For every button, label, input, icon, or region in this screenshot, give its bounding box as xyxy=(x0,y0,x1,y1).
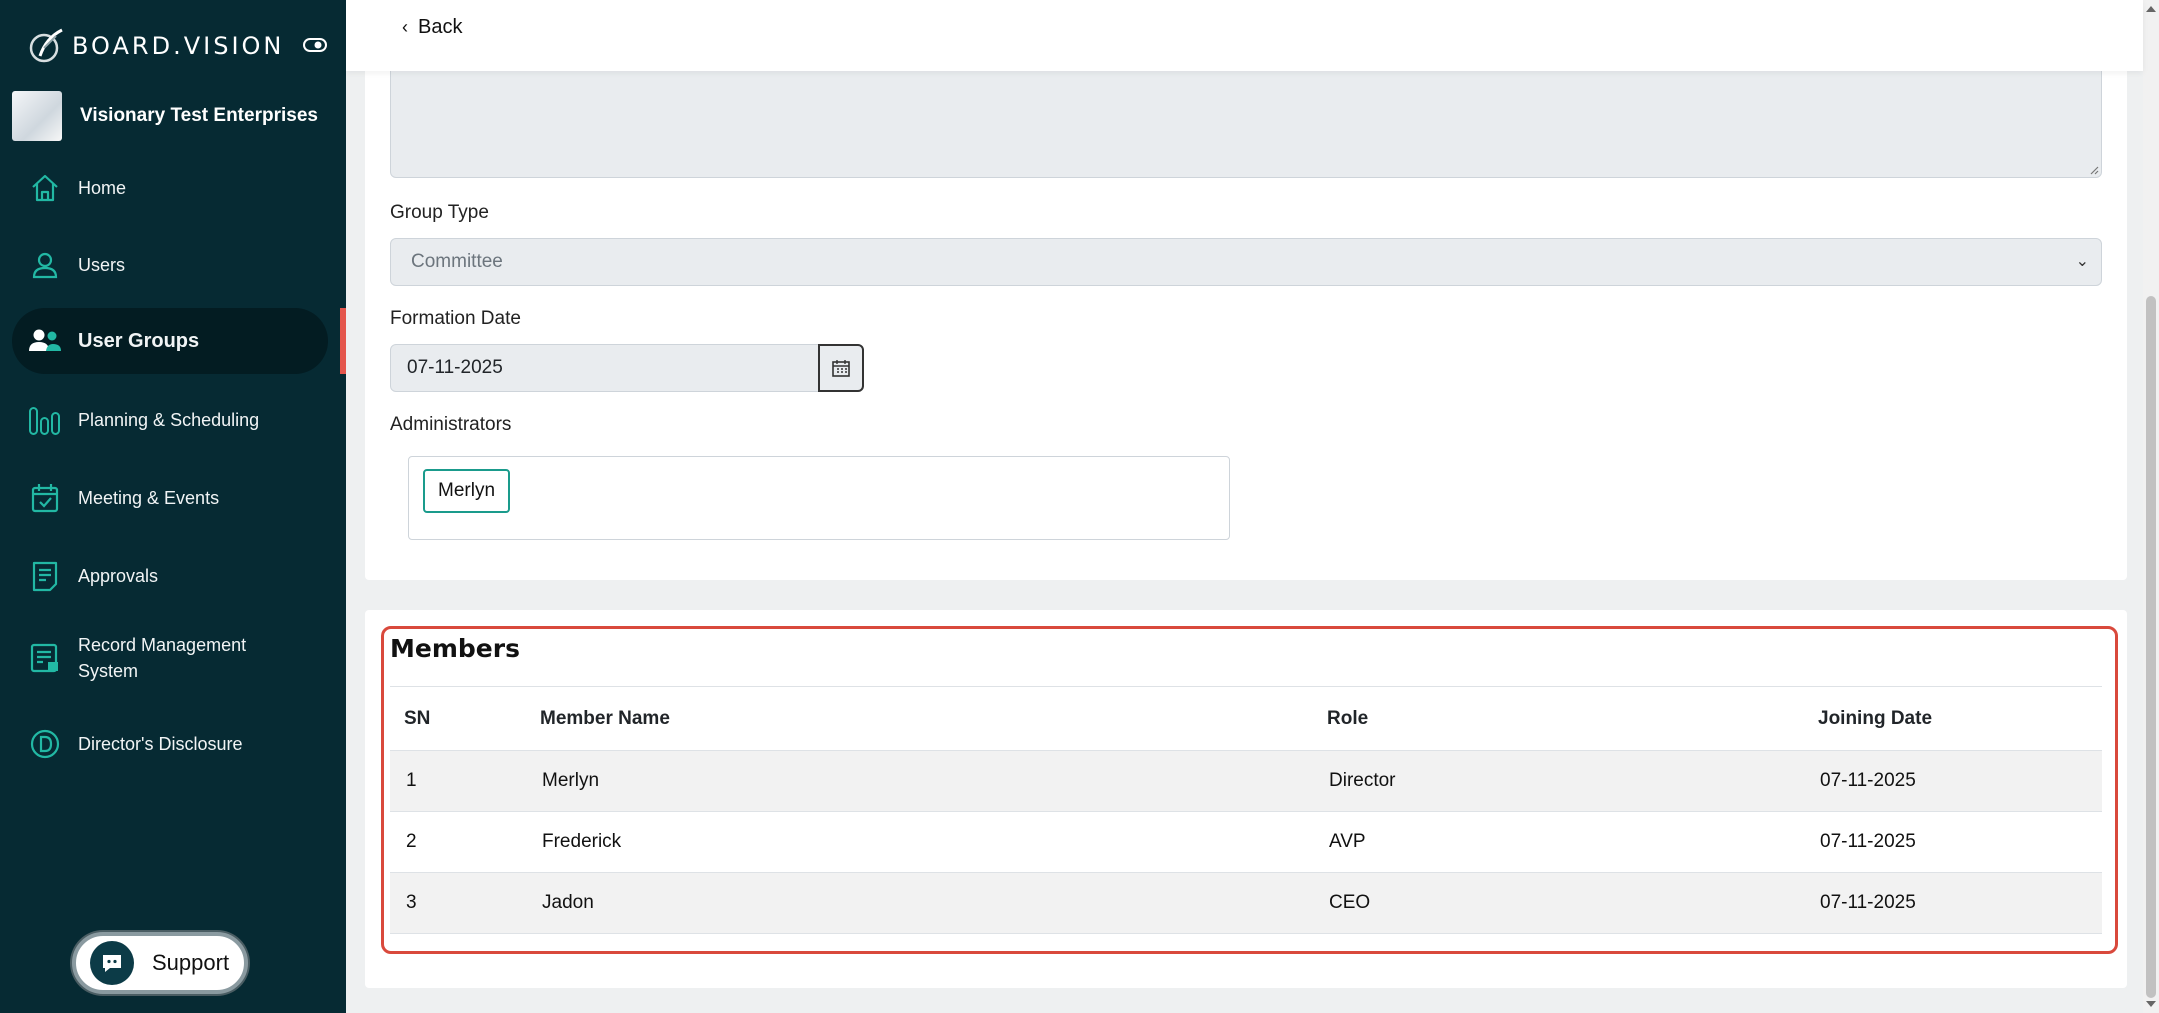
record-icon xyxy=(28,641,62,675)
column-header-member-name[interactable]: Member Name xyxy=(526,688,1313,751)
chevron-down-icon: ⌄ xyxy=(2075,253,2089,270)
organization-switcher[interactable]: Visionary Test Enterprises xyxy=(12,91,318,141)
organization-name: Visionary Test Enterprises xyxy=(80,105,318,126)
administrators-label: Administrators xyxy=(390,414,512,435)
group-type-value: Committee xyxy=(411,251,503,272)
circle-d-icon xyxy=(28,727,62,761)
table-row[interactable]: 1 Merlyn Director 07-11-2025 xyxy=(390,750,2102,812)
sidebar-item-users[interactable]: Users xyxy=(12,245,328,285)
description-textarea[interactable] xyxy=(390,60,2102,178)
calendar-button[interactable] xyxy=(818,344,864,392)
members-table: SN Member Name Role Joining Date 1 Merly… xyxy=(390,688,2102,934)
table-row[interactable]: 3 Jadon CEO 07-11-2025 xyxy=(390,872,2102,934)
active-indicator xyxy=(340,308,346,374)
scrollbar-thumb[interactable] xyxy=(2146,296,2156,998)
sidebar-item-record-management[interactable]: Record Management System xyxy=(12,630,328,686)
column-header-role[interactable]: Role xyxy=(1313,688,1804,751)
scroll-up-arrow-icon[interactable] xyxy=(2146,6,2156,12)
members-title: Members xyxy=(390,634,520,663)
organization-avatar xyxy=(12,91,62,141)
column-header-sn[interactable]: SN xyxy=(390,688,526,751)
group-type-select[interactable]: Committee ⌄ xyxy=(390,238,2102,286)
cell-role: AVP xyxy=(1313,811,1804,873)
sidebar-item-label: Planning & Scheduling xyxy=(78,410,260,430)
sidebar-item-directors-disclosure[interactable]: Director's Disclosure xyxy=(12,724,328,764)
table-header-row: SN Member Name Role Joining Date xyxy=(390,688,2102,751)
chat-icon xyxy=(90,941,134,985)
cell-member-name: Merlyn xyxy=(526,750,1313,812)
divider xyxy=(390,686,2102,687)
support-label: Support xyxy=(152,950,230,975)
table-row[interactable]: 2 Frederick AVP 07-11-2025 xyxy=(390,811,2102,873)
chevron-left-icon: ‹ xyxy=(402,17,408,37)
administrator-chip[interactable]: Merlyn xyxy=(423,469,511,513)
brand-logo[interactable]: BOARD.VISION xyxy=(26,22,284,70)
column-header-joining-date[interactable]: Joining Date xyxy=(1804,688,2102,751)
cell-member-name: Jadon xyxy=(526,872,1313,934)
cell-sn: 3 xyxy=(390,872,526,934)
cell-joining-date: 07-11-2025 xyxy=(1804,811,2102,873)
support-button[interactable]: Support xyxy=(72,932,248,994)
resize-grip-icon[interactable] xyxy=(2089,165,2099,175)
cell-role: Director xyxy=(1313,750,1804,812)
brand-name: BOARD.VISION xyxy=(72,32,285,60)
sidebar-item-label: User Groups xyxy=(78,330,200,352)
sidebar-item-meeting-events[interactable]: Meeting & Events xyxy=(12,478,328,518)
cell-joining-date: 07-11-2025 xyxy=(1804,872,2102,934)
sidebar-item-label: Users xyxy=(78,255,126,275)
formation-date-label: Formation Date xyxy=(390,308,521,329)
sidebar-toggle-icon[interactable] xyxy=(303,36,327,54)
back-label: Back xyxy=(418,16,463,38)
sidebar-item-label: Record Management System xyxy=(78,635,247,681)
administrators-field[interactable]: Merlyn xyxy=(408,456,1230,540)
sidebar-item-label: Director's Disclosure xyxy=(78,734,243,754)
cell-sn: 1 xyxy=(390,750,526,812)
sidebar-item-home[interactable]: Home xyxy=(12,168,328,208)
formation-date-input[interactable]: 07-11-2025 xyxy=(390,344,820,392)
user-icon xyxy=(28,248,62,282)
page-scrollbar[interactable] xyxy=(2143,0,2159,1013)
cell-member-name: Frederick xyxy=(526,811,1313,873)
sidebar-item-label: Approvals xyxy=(78,566,159,586)
user-group-icon xyxy=(28,324,62,358)
sidebar-item-approvals[interactable]: Approvals xyxy=(12,556,328,596)
sidebar-item-user-groups[interactable]: User Groups xyxy=(12,308,328,374)
sidebar-item-label: Meeting & Events xyxy=(78,488,220,508)
home-icon xyxy=(28,171,62,205)
calendar-icon xyxy=(832,360,850,377)
back-button[interactable]: ‹ Back xyxy=(402,16,462,39)
sidebar-item-label: Home xyxy=(78,178,127,198)
sidebar: BOARD.VISION Visionary Test Enterprises … xyxy=(0,0,346,1013)
document-list-icon xyxy=(28,559,62,593)
logo-mark-icon xyxy=(29,28,63,63)
cell-sn: 2 xyxy=(390,811,526,873)
sidebar-item-planning-scheduling[interactable]: Planning & Scheduling xyxy=(12,400,328,440)
group-type-label: Group Type xyxy=(390,202,489,223)
calendar-check-icon xyxy=(28,481,62,515)
bar-chart-icon xyxy=(28,403,62,437)
cell-joining-date: 07-11-2025 xyxy=(1804,750,2102,812)
top-bar: ‹ Back xyxy=(346,0,2143,71)
cell-role: CEO xyxy=(1313,872,1804,934)
scroll-down-arrow-icon[interactable] xyxy=(2146,1001,2156,1007)
